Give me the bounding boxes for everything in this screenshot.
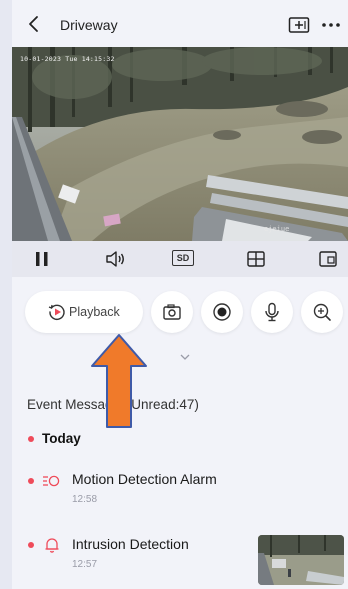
event-time: 12:58 xyxy=(72,494,98,505)
event-dot xyxy=(28,542,34,548)
record-button[interactable] xyxy=(201,291,243,333)
motion-icon xyxy=(43,475,60,487)
event-thumbnail[interactable] xyxy=(258,535,344,585)
zoom-in-button[interactable] xyxy=(301,291,343,333)
today-dot xyxy=(28,436,34,442)
add-view-icon[interactable] xyxy=(288,16,310,34)
chevron-left-icon[interactable] xyxy=(26,14,42,34)
event-thumbnail-image xyxy=(258,535,344,585)
event-title: Motion Detection Alarm xyxy=(72,471,217,487)
video-timestamp: 10-01-2023 Tue 14:15:32 xyxy=(20,55,115,63)
event-dot xyxy=(28,478,34,484)
record-icon xyxy=(213,303,231,321)
more-icon[interactable] xyxy=(320,16,342,34)
event-group-label: Today xyxy=(42,431,81,446)
microphone-icon xyxy=(265,302,279,322)
chevron-down-icon[interactable] xyxy=(178,352,192,362)
player-control-bar: SD xyxy=(12,241,348,277)
event-time: 12:57 xyxy=(72,559,98,570)
snapshot-button[interactable] xyxy=(151,291,193,333)
page-title: Driveway xyxy=(60,17,118,33)
playback-label: Playback xyxy=(69,305,120,319)
top-bar: Driveway xyxy=(12,0,348,47)
pause-icon[interactable] xyxy=(34,249,50,269)
zoom-in-icon xyxy=(313,303,331,321)
switch-window-icon[interactable] xyxy=(318,249,338,269)
event-title: Intrusion Detection xyxy=(72,536,189,552)
speaker-icon[interactable] xyxy=(104,249,126,269)
camera-feed-image xyxy=(12,47,348,241)
live-video-view[interactable]: 10-01-2023 Tue 14:15:32 ejeiue xyxy=(12,47,348,241)
snapshot-icon xyxy=(163,304,181,320)
grid-icon[interactable] xyxy=(246,249,266,269)
annotation-arrow-icon xyxy=(91,334,147,428)
microphone-button[interactable] xyxy=(251,291,293,333)
bell-icon xyxy=(45,538,59,553)
playback-icon xyxy=(48,304,65,321)
playback-button[interactable]: Playback xyxy=(25,291,143,333)
app-screen: Driveway 10-01-2023 Tue 14:15:32 ejeiue … xyxy=(12,0,348,589)
camera-watermark: ejeiue xyxy=(264,225,290,233)
quality-sd-button[interactable]: SD xyxy=(172,250,194,266)
